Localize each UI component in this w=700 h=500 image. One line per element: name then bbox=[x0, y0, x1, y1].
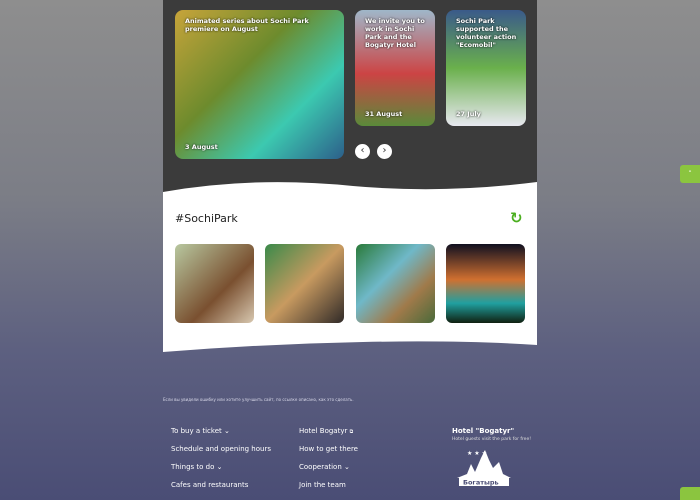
refresh-icon[interactable]: ↻ bbox=[510, 209, 523, 227]
footer-link-buy-ticket[interactable]: To buy a ticket ⌄ bbox=[171, 427, 230, 435]
side-tab-button[interactable] bbox=[680, 487, 700, 500]
footer-link-cafes[interactable]: Cafes and restaurants bbox=[171, 481, 248, 489]
news-date: 31 August bbox=[365, 110, 403, 118]
next-button[interactable]: › bbox=[377, 144, 392, 159]
footer-link-directions[interactable]: How to get there bbox=[299, 445, 358, 453]
news-card[interactable]: Animated series about Sochi Park premier… bbox=[175, 10, 344, 159]
news-title: Animated series about Sochi Park premier… bbox=[185, 17, 309, 33]
footer-link-join-team[interactable]: Join the team bbox=[299, 481, 346, 489]
footer-link-things-to-do[interactable]: Things to do ⌄ bbox=[171, 463, 223, 471]
chevron-down-icon: ⌄ bbox=[216, 463, 223, 471]
link-label: Hotel Bogatyr bbox=[299, 427, 348, 435]
news-title: Sochi Park supported the volunteer actio… bbox=[456, 17, 517, 49]
prev-button[interactable]: ‹ bbox=[355, 144, 370, 159]
hashtag-title: #SochiPark bbox=[175, 212, 238, 225]
hashtag-photo[interactable] bbox=[446, 244, 525, 323]
news-title: We invite you to work in Sochi Park and … bbox=[365, 17, 425, 49]
footer-link-hotel[interactable]: Hotel Bogatyr ⧉ bbox=[299, 427, 353, 435]
news-card[interactable]: Sochi Park supported the volunteer actio… bbox=[446, 10, 526, 126]
news-date: 3 August bbox=[185, 143, 218, 151]
chevron-up-icon: ˄ bbox=[688, 170, 692, 178]
news-card[interactable]: We invite you to work in Sochi Park and … bbox=[355, 10, 435, 126]
footer-link-schedule[interactable]: Schedule and opening hours bbox=[171, 445, 271, 453]
hashtag-photo[interactable] bbox=[265, 244, 344, 323]
news-date: 27 July bbox=[456, 110, 481, 118]
hotel-subtitle: Hotel guests visit the park for free! bbox=[452, 437, 532, 442]
svg-text:Богатырь: Богатырь bbox=[463, 479, 499, 487]
error-report-note: Если вы увидели ошибку или хотите улучши… bbox=[163, 397, 354, 402]
link-label: Cooperation bbox=[299, 463, 342, 471]
hotel-title: Hotel "Bogatyr" bbox=[452, 427, 515, 435]
external-link-icon: ⧉ bbox=[349, 429, 354, 435]
chevron-down-icon: ⌄ bbox=[344, 463, 350, 471]
footer-link-cooperation[interactable]: Cooperation ⌄ bbox=[299, 463, 350, 471]
hashtag-photo[interactable] bbox=[175, 244, 254, 323]
link-label: Things to do bbox=[171, 463, 215, 471]
scroll-top-button[interactable]: ˄ bbox=[680, 165, 700, 183]
hashtag-photo[interactable] bbox=[356, 244, 435, 323]
hotel-logo[interactable]: ★ ★ ★ Богатырь bbox=[455, 448, 513, 490]
link-label: To buy a ticket bbox=[171, 427, 222, 435]
chevron-down-icon: ⌄ bbox=[223, 427, 230, 435]
